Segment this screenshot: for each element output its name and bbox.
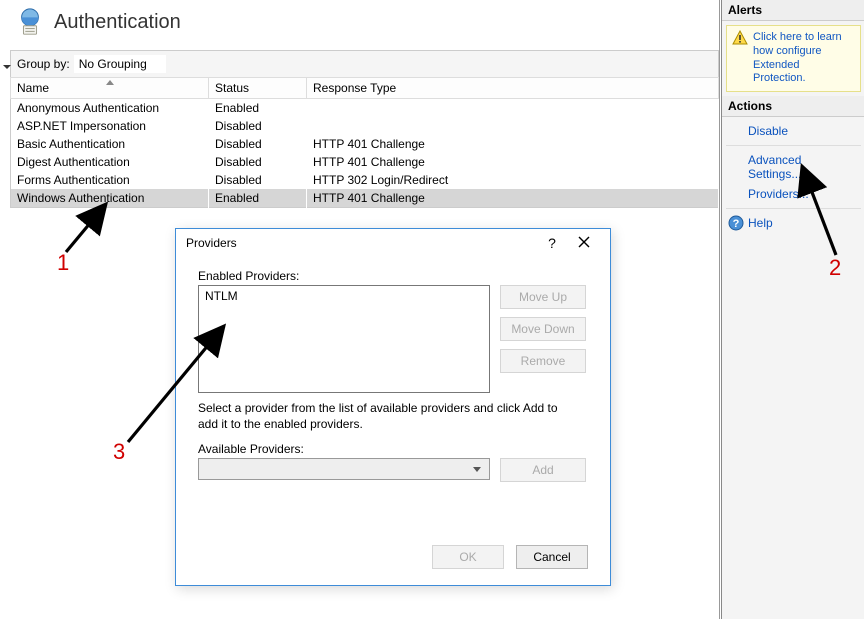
cell-response [307, 117, 719, 135]
cell-name: Digest Authentication [11, 153, 209, 171]
alert-extended-protection[interactable]: Click here to learn how configure Extend… [726, 25, 861, 92]
column-name[interactable]: Name [11, 78, 209, 99]
action-help[interactable]: ? Help [724, 213, 863, 233]
page-header: Authentication [10, 0, 719, 50]
enabled-providers-listbox[interactable]: NTLM [198, 285, 490, 393]
table-row[interactable]: Anonymous AuthenticationEnabled [11, 99, 719, 118]
alert-text: Click here to learn how configure Extend… [753, 31, 842, 84]
column-status[interactable]: Status [209, 78, 307, 99]
groupby-select[interactable]: No Grouping [74, 55, 166, 73]
annotation-1: 1 [57, 250, 69, 276]
table-row[interactable]: ASP.NET ImpersonationDisabled [11, 117, 719, 135]
cell-response: HTTP 401 Challenge [307, 153, 719, 171]
table-row[interactable]: Basic AuthenticationDisabledHTTP 401 Cha… [11, 135, 719, 153]
alerts-header: Alerts [722, 0, 864, 21]
action-disable[interactable]: Disable [724, 121, 863, 141]
move-down-button[interactable]: Move Down [500, 317, 586, 341]
available-providers-dropdown[interactable] [198, 458, 490, 480]
actions-list: Disable Advanced Settings... Providers..… [722, 117, 864, 237]
dialog-title-text: Providers [186, 236, 237, 250]
annotation-3: 3 [113, 439, 125, 465]
remove-button[interactable]: Remove [500, 349, 586, 373]
list-item[interactable]: NTLM [201, 288, 487, 304]
cell-name: Basic Authentication [11, 135, 209, 153]
divider [726, 208, 861, 209]
ok-button[interactable]: OK [432, 545, 504, 569]
table-row[interactable]: Forms AuthenticationDisabledHTTP 302 Log… [11, 171, 719, 189]
cell-name: Anonymous Authentication [11, 99, 209, 118]
action-advanced-settings[interactable]: Advanced Settings... [724, 150, 863, 184]
cell-status: Enabled [209, 189, 307, 208]
divider [726, 145, 861, 146]
authentication-icon [14, 6, 46, 38]
enabled-providers-label: Enabled Providers: [198, 269, 588, 283]
authentication-table: Name Status Response Type Anonymous Auth… [10, 77, 719, 208]
cell-name: Forms Authentication [11, 171, 209, 189]
action-providers[interactable]: Providers... [724, 184, 863, 204]
provider-instruction: Select a provider from the list of avail… [198, 401, 578, 432]
cell-name: Windows Authentication [11, 189, 209, 208]
dialog-close-button[interactable] [568, 235, 600, 251]
available-providers-label: Available Providers: [198, 442, 588, 456]
move-up-button[interactable]: Move Up [500, 285, 586, 309]
groupby-bar: Group by: No Grouping [10, 50, 719, 77]
cell-response: HTTP 401 Challenge [307, 189, 719, 208]
cell-response [307, 99, 719, 118]
svg-text:?: ? [733, 218, 740, 230]
page-title: Authentication [54, 11, 181, 34]
groupby-value: No Grouping [79, 57, 147, 71]
column-response[interactable]: Response Type [307, 78, 719, 99]
cell-status: Disabled [209, 171, 307, 189]
add-button[interactable]: Add [500, 458, 586, 482]
table-row[interactable]: Digest AuthenticationDisabledHTTP 401 Ch… [11, 153, 719, 171]
annotation-2: 2 [829, 255, 841, 281]
actions-header: Actions [722, 96, 864, 117]
table-row[interactable]: Windows AuthenticationEnabledHTTP 401 Ch… [11, 189, 719, 208]
dialog-help-button[interactable]: ? [536, 235, 568, 251]
cell-response: HTTP 401 Challenge [307, 135, 719, 153]
cell-status: Disabled [209, 117, 307, 135]
cell-name: ASP.NET Impersonation [11, 117, 209, 135]
providers-dialog: Providers ? Enabled Providers: NTLM Move… [175, 228, 611, 586]
sort-asc-icon [106, 80, 114, 85]
help-icon: ? [728, 215, 744, 231]
right-panel: Alerts Click here to learn how configure… [721, 0, 864, 619]
cell-status: Disabled [209, 153, 307, 171]
cell-status: Disabled [209, 135, 307, 153]
dialog-titlebar: Providers ? [176, 229, 610, 257]
warning-icon [732, 30, 748, 46]
cell-response: HTTP 302 Login/Redirect [307, 171, 719, 189]
cancel-button[interactable]: Cancel [516, 545, 588, 569]
cell-status: Enabled [209, 99, 307, 118]
chevron-down-icon [3, 65, 11, 69]
groupby-label: Group by: [17, 57, 70, 71]
